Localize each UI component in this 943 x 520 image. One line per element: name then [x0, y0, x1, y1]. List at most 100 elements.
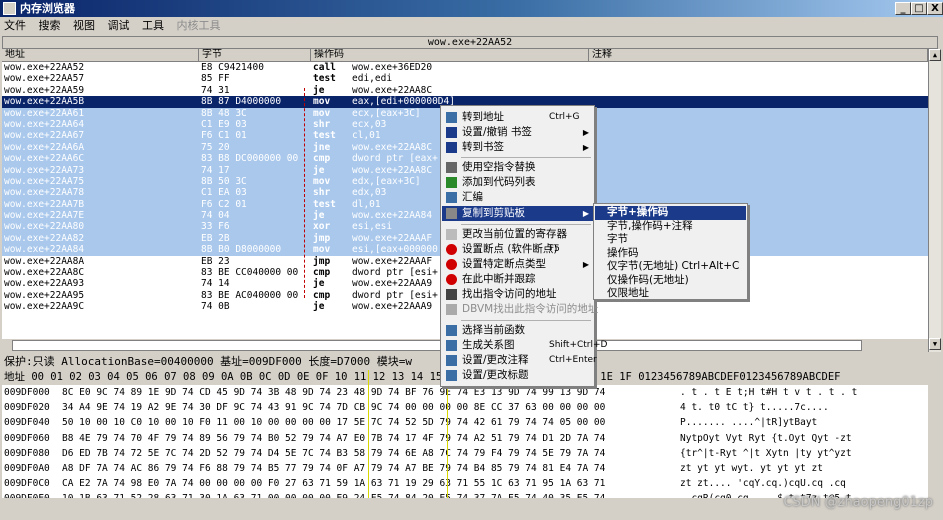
vertical-scrollbar[interactable]: ▲ ▼ — [928, 49, 941, 352]
col-bytes[interactable]: 字节 — [199, 49, 311, 62]
row-bytes: 75 20 — [201, 141, 230, 153]
menu-item[interactable]: DBVM找出此指令访问的地址 — [442, 302, 598, 317]
submenu-item[interactable]: 仅字节(无地址) Ctrl+Alt+C — [595, 260, 746, 274]
menu-item[interactable]: 设置断点 (软件断点) F5 — [442, 242, 593, 257]
menu-item[interactable]: 设置/更改标题 — [442, 368, 593, 383]
dump-ascii: P....... ....^|tR]ytBayt — [680, 417, 818, 429]
submenu-item[interactable]: 仅操作码(无地址) — [595, 274, 746, 288]
scroll-up-icon[interactable]: ▲ — [929, 49, 941, 61]
assemble-icon — [446, 192, 457, 203]
menu-item[interactable]: 更改当前位置的寄存器 — [442, 227, 593, 242]
title-icon — [446, 370, 457, 381]
context-menu: 转到地址 Ctrl+G 设置/撤销 书签 ▶ 转到书签 ▶ 使用空指令替换添加到代码列表 汇编… — [440, 105, 607, 387]
menu-item[interactable]: 转到书签 ▶ — [442, 140, 593, 155]
menu-item-label: 使用空指令替换 — [462, 161, 536, 173]
menu-view[interactable]: 视图 — [73, 19, 95, 32]
row-bytes: 74 17 — [201, 164, 230, 176]
dump-bytes: 34 A4 9E 74 19 A2 9E 74 30 DF 9C 74 43 9… — [62, 402, 606, 414]
row-operands: edx,[eax+3C] — [352, 175, 421, 187]
row-bytes: C1 EA 03 — [201, 187, 247, 199]
menu-debug[interactable]: 调试 — [108, 19, 130, 32]
menu-item[interactable]: 生成关系图 Shift+Ctrl+D — [442, 338, 607, 353]
menu-item[interactable]: 添加到代码列表 — [442, 175, 593, 190]
menu-item[interactable]: 使用空指令替换 — [442, 160, 593, 175]
row-opcode: xor — [313, 221, 331, 233]
menu-item[interactable]: 在此中断并跟踪 — [442, 272, 593, 287]
row-operands: ecx,03 — [352, 118, 387, 130]
close-button[interactable]: X — [927, 2, 943, 15]
hex-dump[interactable]: 009DF000 8C E0 9C 74 89 1E 9D 74 CD 45 9D… — [2, 385, 928, 498]
menu-item-label: DBVM找出此指令访问的地址 — [462, 303, 599, 315]
row-opcode: jne — [313, 141, 331, 153]
dump-row[interactable]: 009DF0A0 A8 DF 7A 74 AC 86 79 74 F6 88 79… — [2, 461, 928, 476]
col-address[interactable]: 地址 — [2, 49, 199, 62]
menu-item[interactable]: 选择当前函数 — [442, 323, 593, 338]
col-opcode[interactable]: 操作码 — [311, 49, 589, 62]
dump-row[interactable]: 009DF000 8C E0 9C 74 89 1E 9D 74 CD 45 9D… — [2, 385, 928, 400]
menu-file[interactable]: 文件 — [4, 19, 26, 32]
row-address: wow.exe+22AA93 — [4, 278, 85, 290]
row-address: wow.exe+22AA75 — [4, 175, 85, 187]
menu-item[interactable]: 设置特定断点类型 ▶ — [442, 257, 593, 272]
breakpoint-type-icon — [446, 259, 457, 270]
find-icon — [446, 289, 457, 300]
row-address: wow.exe+22AA82 — [4, 232, 85, 244]
row-address: wow.exe+22AA6A — [4, 141, 85, 153]
dump-row[interactable]: 009DF040 50 10 00 10 C0 10 00 10 F0 11 00… — [2, 415, 928, 430]
row-address: wow.exe+22AA8A — [4, 255, 85, 267]
submenu-arrow-icon: ▶ — [582, 209, 589, 218]
submenu-item[interactable]: 仅限地址 — [595, 287, 746, 301]
menu-item-label: 设置断点 (软件断点) — [462, 243, 558, 255]
submenu-item[interactable]: 字节 — [595, 233, 746, 247]
menu-tools[interactable]: 工具 — [142, 19, 164, 32]
dump-column-divider — [447, 370, 448, 498]
menu-item[interactable]: 复制到剪贴板 ▶ — [442, 206, 593, 221]
submenu-arrow-icon: ▶ — [582, 143, 589, 152]
submenu-item[interactable]: 字节+操作码 — [595, 206, 746, 220]
row-address: wow.exe+22AA80 — [4, 221, 85, 233]
submenu-item[interactable]: 字节,操作码+注释 — [595, 220, 746, 234]
col-comment[interactable]: 注释 — [589, 49, 928, 62]
dump-address: 009DF0A0 — [4, 462, 50, 474]
dump-bytes: 10 1B 63 71 52 28 63 71 30 1A 63 71 00 0… — [62, 491, 605, 498]
watermark: CSDN @zhaopeng01zp — [783, 495, 933, 510]
menu-item[interactable]: 设置/更改注释 Ctrl+Enter — [442, 353, 597, 368]
table-row[interactable]: wow.exe+22AA52 E8 C9421400 call wow.exe+36E… — [2, 62, 928, 73]
menu-item[interactable]: 转到地址 Ctrl+G — [442, 110, 593, 125]
dump-column-divider — [368, 370, 369, 498]
dump-row[interactable]: 009DF080 D6 ED 7B 74 72 5E 7C 74 2D 52 79… — [2, 446, 928, 461]
dbvm-icon — [446, 304, 457, 315]
table-row[interactable]: wow.exe+22AA57 85 FF test edi,edi — [2, 73, 928, 84]
menu-item[interactable]: 找出指令访问的地址 — [442, 287, 593, 302]
menu-item-label: 设置特定断点类型 — [462, 258, 546, 270]
row-operands: wow.exe+22AAA9 — [352, 278, 433, 290]
dump-row[interactable]: 009DF0C0 CA E2 7A 74 98 E0 7A 74 00 00 00… — [2, 476, 928, 491]
submenu-item[interactable]: 操作码 — [595, 247, 746, 261]
dump-row[interactable]: 009DF060 B8 4E 79 74 70 4F 79 74 89 56 79… — [2, 431, 928, 446]
row-address: wow.exe+22AA5B — [4, 96, 85, 108]
row-opcode: je — [313, 84, 325, 96]
breakpoint-icon — [446, 244, 457, 255]
row-operands: wow.exe+22AAA9 — [352, 301, 433, 313]
menu-search[interactable]: 搜索 — [39, 19, 61, 32]
scroll-thumb[interactable] — [12, 340, 862, 351]
row-opcode: mov — [313, 96, 331, 108]
dump-row[interactable]: 009DF020 34 A4 9E 74 19 A2 9E 74 30 DF 9C… — [2, 400, 928, 415]
row-operands: wow.exe+22AAAF — [352, 232, 433, 244]
row-address: wow.exe+22AA57 — [4, 73, 85, 85]
row-operands: dword ptr [esi+ — [352, 289, 438, 301]
maximize-button[interactable]: □ — [911, 2, 927, 15]
scroll-down-icon[interactable]: ▼ — [929, 338, 941, 350]
row-bytes: 83 BE AC040000 00 — [201, 289, 299, 301]
table-row[interactable]: wow.exe+22AA59 74 31 je wow.exe+22AA8C — [2, 85, 928, 96]
menu-item[interactable]: 设置/撤销 书签 ▶ — [442, 125, 593, 140]
window-title: 内存浏览器 — [20, 2, 75, 15]
minimize-button[interactable]: _ — [895, 2, 911, 15]
row-bytes: 74 0B — [201, 301, 230, 313]
menu-shortcut: Shift+Ctrl+D — [549, 340, 608, 350]
menu-item[interactable]: 汇编 — [442, 190, 593, 205]
jump-arrow-lines — [304, 88, 312, 298]
menu-item-label: 汇编 — [462, 191, 483, 203]
menu-kernel-tools[interactable]: 内核工具 — [177, 19, 221, 32]
row-address: wow.exe+22AA64 — [4, 118, 85, 130]
